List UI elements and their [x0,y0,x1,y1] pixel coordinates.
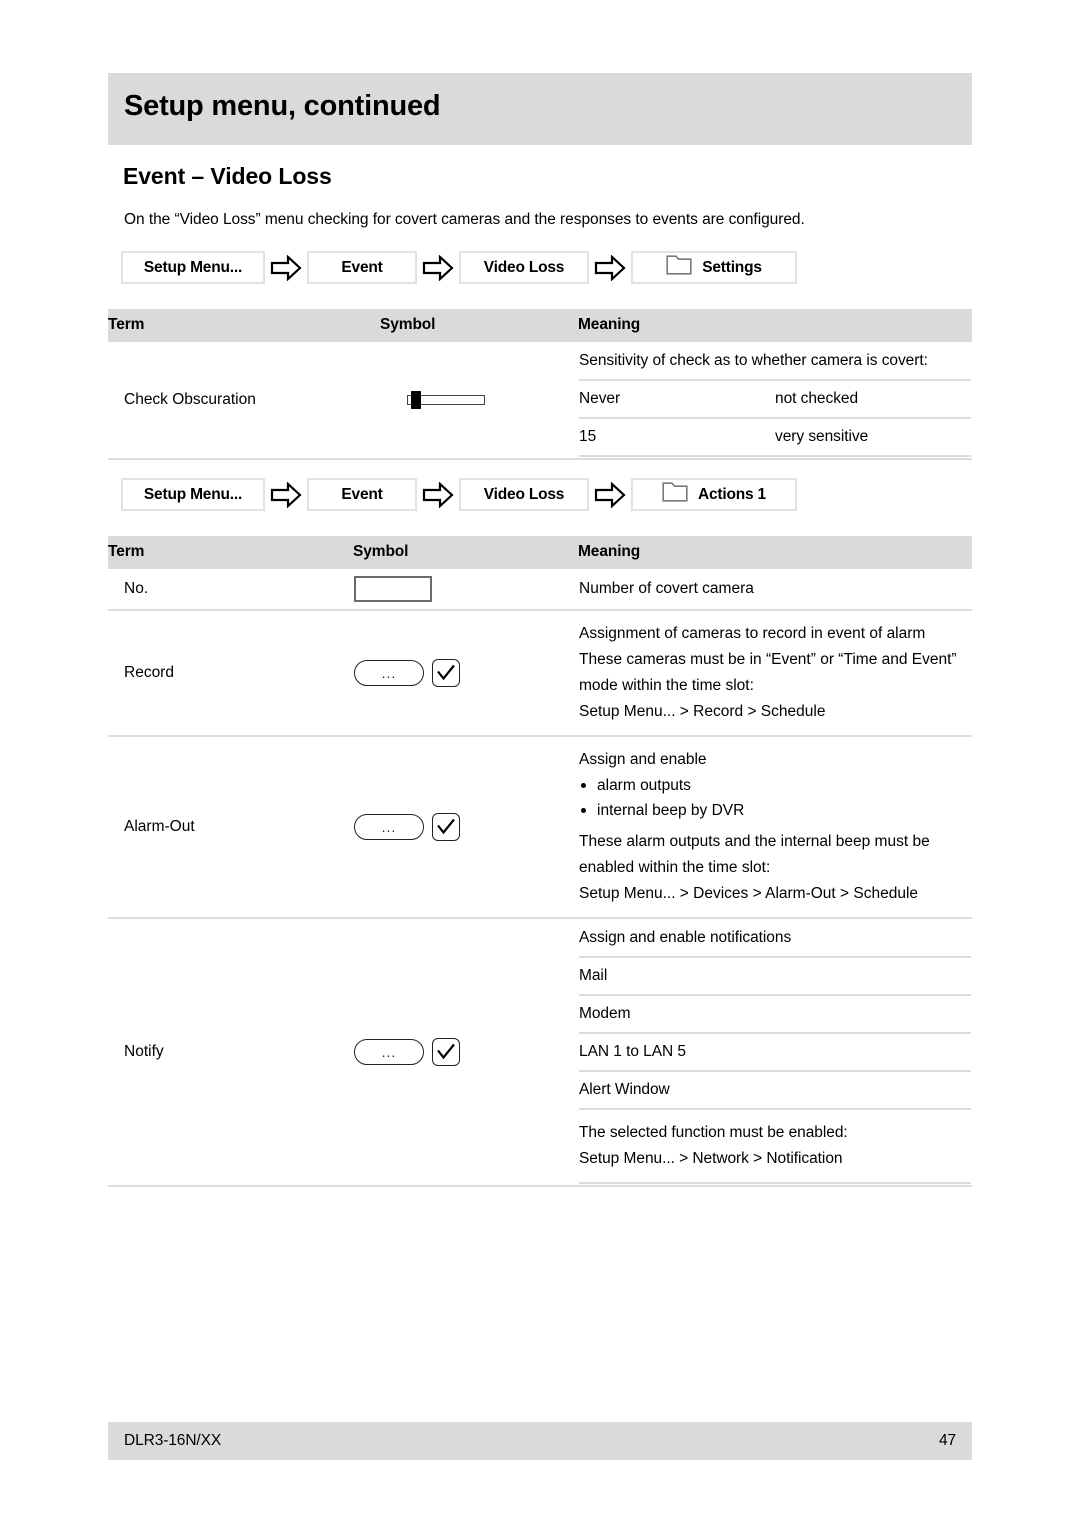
column-header-term: Term [108,309,380,342]
row-symbol-dots-checkbox: ... [353,918,578,1187]
text-input-icon[interactable] [354,576,432,602]
meaning-intro: Sensitivity of check as to whether camer… [579,343,971,381]
section-heading: Event – Video Loss [123,163,332,189]
meaning-line: These cameras must be in “Event” or “Tim… [579,651,957,694]
option-value: 15 [579,417,775,457]
option-row: 15 very sensitive [579,417,971,457]
meaning-line: Setup Menu... > Network > Notification [579,1150,843,1167]
row-meaning-check-obscuration: Sensitivity of check as to whether camer… [578,342,972,460]
table-row: No. Number of covert camera [108,569,972,611]
option-value: Never [579,379,775,419]
column-header-meaning: Meaning [578,309,972,342]
breadcrumb-item-setup-menu[interactable]: Setup Menu... [121,251,265,284]
bullet-list: alarm outputs internal beep by DVR [579,773,971,823]
row-symbol-text-input [353,569,578,611]
checkbox-checked-icon[interactable] [432,1038,460,1066]
document-page: Setup menu, continued Event – Video Loss… [108,0,972,1532]
page-footer-band: DLR3-16N/XX 47 [108,1422,972,1460]
meaning-line: Assignment of cameras to record in event… [579,625,926,642]
table-row: Record ... Assignment of cameras to reco… [108,610,972,737]
breadcrumb-item-actions1[interactable]: Actions 1 [631,478,797,511]
row-meaning-record: Assignment of cameras to record in event… [578,610,972,737]
meaning-sub-row: Assign and enable notifications [579,920,971,958]
meaning-sub-row: Mail [579,956,971,996]
checkbox-checked-icon[interactable] [432,659,460,687]
bullet-item: alarm outputs [579,773,971,798]
row-term-notify: Notify [108,918,353,1187]
table-actions-header-row: Term Symbol Meaning [108,536,972,569]
footer-model: DLR3-16N/XX [124,1432,222,1449]
row-term-check-obscuration: Check Obscuration [108,342,380,460]
slider-icon[interactable] [399,391,485,409]
right-block-arrow-icon [417,481,459,508]
page-title: Setup menu, continued [124,90,441,122]
breadcrumb-leaf-label: Settings [702,258,762,276]
row-symbol-dots-checkbox: ... [353,736,578,919]
meaning-intro-row: Sensitivity of check as to whether camer… [579,343,971,381]
meaning-intro: Assign and enable [579,751,707,768]
breadcrumb-item-video-loss[interactable]: Video Loss [459,478,589,511]
notification-option: Alert Window [579,1070,971,1110]
dots-button-icon[interactable]: ... [354,1039,424,1065]
meaning-sub-row: Alert Window [579,1070,971,1110]
table-settings-header-row: Term Symbol Meaning [108,309,972,342]
table-row: Check Obscuration Sensitivity of check a [108,342,972,460]
column-header-symbol: Symbol [380,309,578,342]
dots-button-icon[interactable]: ... [354,660,424,686]
checkbox-checked-icon[interactable] [432,813,460,841]
meaning-footnote: The selected function must be enabled: S… [579,1108,971,1184]
breadcrumb-item-event[interactable]: Event [307,478,417,511]
right-block-arrow-icon [265,254,307,281]
meaning-sublist: Sensitivity of check as to whether camer… [579,343,971,457]
table-row: Notify ... Assign and enable notificatio… [108,918,972,1187]
option-row: Never not checked [579,379,971,419]
section-intro-text: On the “Video Loss” menu checking for co… [124,211,805,228]
row-meaning-alarm-out: Assign and enable alarm outputs internal… [578,736,972,919]
meaning-sub-row: Modem [579,994,971,1034]
meaning-line: Setup Menu... > Record > Schedule [579,703,826,720]
breadcrumb-actions1: Setup Menu... Event Video Loss Actions 1 [121,478,797,511]
meaning-sub-row: The selected function must be enabled: S… [579,1108,971,1184]
meaning-intro: Assign and enable notifications [579,920,971,958]
meaning-sub-row: LAN 1 to LAN 5 [579,1032,971,1072]
row-term-no: No. [108,569,353,611]
table-row: Alarm-Out ... Assign and enable alarm ou… [108,736,972,919]
meaning-line: The selected function must be enabled: [579,1124,848,1141]
folder-icon [662,482,688,507]
page-header-band: Setup menu, continued [108,73,972,145]
right-block-arrow-icon [417,254,459,281]
option-description: not checked [775,379,971,419]
folder-icon [666,255,692,280]
meaning-line: Setup Menu... > Devices > Alarm-Out > Sc… [579,885,919,902]
option-description: very sensitive [775,417,971,457]
table-settings: Term Symbol Meaning Check Obscuration Se… [108,309,972,460]
column-header-term: Term [108,536,353,569]
breadcrumb-item-video-loss[interactable]: Video Loss [459,251,589,284]
notification-option: LAN 1 to LAN 5 [579,1032,971,1072]
column-header-meaning: Meaning [578,536,972,569]
breadcrumb-item-setup-menu[interactable]: Setup Menu... [121,478,265,511]
meaning-sublist: Assign and enable notifications Mail Mod… [579,920,971,1184]
breadcrumb-settings: Setup Menu... Event Video Loss Settings [121,251,797,284]
row-meaning-notify: Assign and enable notifications Mail Mod… [578,918,972,1187]
dots-button-icon[interactable]: ... [354,814,424,840]
breadcrumb-item-settings[interactable]: Settings [631,251,797,284]
bullet-item: internal beep by DVR [579,798,971,823]
notification-option: Mail [579,956,971,996]
row-term-record: Record [108,610,353,737]
column-header-symbol: Symbol [353,536,578,569]
footer-page-number: 47 [938,1432,956,1449]
right-block-arrow-icon [265,481,307,508]
notification-option: Modem [579,994,971,1034]
row-term-alarm-out: Alarm-Out [108,736,353,919]
row-symbol-slider [380,342,578,460]
breadcrumb-item-event[interactable]: Event [307,251,417,284]
right-block-arrow-icon [589,481,631,508]
table-actions: Term Symbol Meaning No. Number of covert… [108,536,972,1187]
meaning-line: These alarm outputs and the internal bee… [579,833,930,876]
row-symbol-dots-checkbox: ... [353,610,578,737]
breadcrumb-leaf-label: Actions 1 [698,485,766,503]
right-block-arrow-icon [589,254,631,281]
row-meaning-no: Number of covert camera [578,569,972,611]
